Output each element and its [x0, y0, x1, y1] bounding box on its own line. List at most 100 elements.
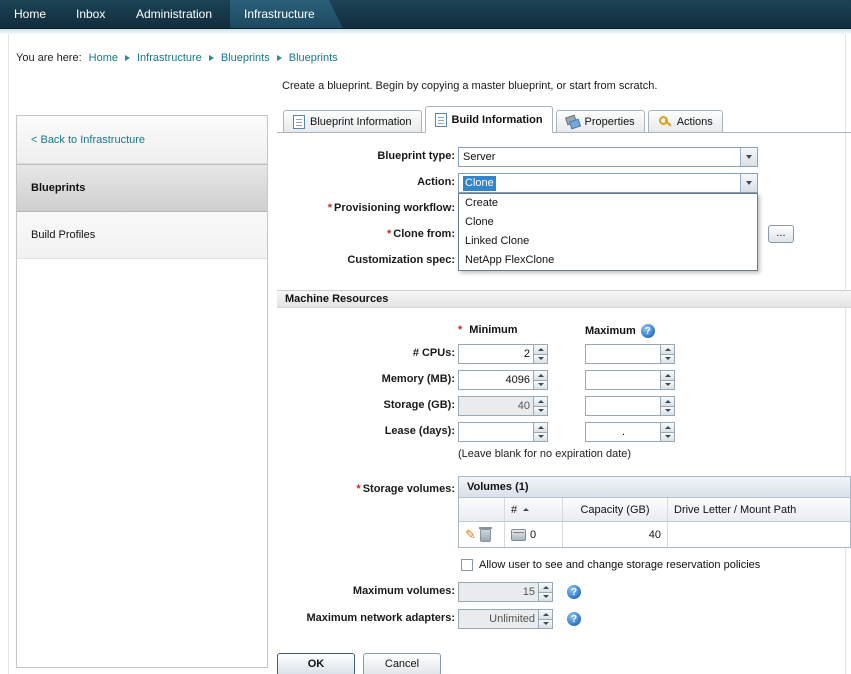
clone-from-browse-button[interactable]: ... — [768, 225, 794, 243]
cpus-max-spinner — [660, 345, 674, 363]
label-text: Memory (MB): — [381, 373, 455, 385]
spin-up-button[interactable] — [660, 371, 674, 380]
volumes-number-column-header[interactable]: # — [505, 498, 563, 521]
help-icon[interactable]: ? — [567, 612, 581, 626]
volume-row-actions: ✎ — [459, 522, 505, 547]
up-arrow-icon — [664, 347, 671, 351]
volume-number-cell: 0 — [505, 522, 563, 547]
spin-down-button[interactable] — [538, 618, 552, 628]
breadcrumb-arrow-icon — [276, 55, 282, 61]
nav-administration[interactable]: Administration — [136, 0, 212, 28]
maximum-volumes-field — [458, 582, 553, 602]
delete-trash-icon[interactable] — [478, 527, 492, 542]
blueprint-information-icon — [293, 114, 305, 129]
dropdown-arrow-button[interactable] — [740, 174, 757, 192]
action-option-clone[interactable]: Clone — [459, 213, 757, 232]
spin-down-button[interactable] — [533, 431, 547, 441]
storage-volumes-label: * Storage volumes: — [277, 483, 455, 495]
spin-down-button[interactable] — [660, 405, 674, 415]
label-text: Storage volumes: — [362, 483, 455, 495]
spin-down-button[interactable] — [660, 431, 674, 441]
required-marker: * — [386, 228, 392, 240]
breadcrumb-blueprints[interactable]: Blueprints — [221, 52, 270, 64]
label-text: Clone from: — [393, 228, 455, 240]
required-marker: * — [327, 202, 332, 214]
spin-up-button[interactable] — [660, 423, 674, 432]
action-label: Action: — [277, 176, 455, 188]
memory-max-field — [585, 370, 675, 390]
volumes-capacity-column-header[interactable]: Capacity (GB) — [563, 498, 668, 521]
spin-down-button[interactable] — [533, 379, 547, 389]
cpus-min-spinner — [533, 345, 547, 363]
sidebar-back-link[interactable]: < Back to Infrastructure — [17, 116, 267, 164]
provisioning-workflow-label: * Provisioning workflow: — [277, 202, 455, 214]
label-text: Lease (days): — [384, 425, 455, 437]
breadcrumb-home[interactable]: Home — [89, 52, 118, 64]
spin-up-button[interactable] — [533, 397, 547, 406]
spin-up-button[interactable] — [538, 610, 552, 619]
breadcrumb-current: Blueprints — [288, 52, 338, 64]
nav-infrastructure[interactable]: Infrastructure — [230, 0, 343, 28]
spin-up-button[interactable] — [538, 583, 552, 592]
down-arrow-icon — [664, 435, 671, 439]
actions-key-icon — [658, 115, 672, 128]
required-marker: * — [356, 483, 361, 495]
spin-up-button[interactable] — [533, 423, 547, 432]
volume-capacity: 40 — [648, 528, 661, 541]
tab-build-information[interactable]: Build Information — [424, 106, 553, 133]
cancel-button[interactable]: Cancel — [363, 653, 441, 674]
spin-down-button[interactable] — [533, 353, 547, 363]
breadcrumb: You are here: Home Infrastructure Bluepr… — [16, 52, 338, 64]
spin-up-button[interactable] — [533, 371, 547, 380]
nav-inbox[interactable]: Inbox — [76, 0, 105, 28]
breadcrumb-prefix: You are here: — [16, 52, 82, 64]
spin-up-button[interactable] — [533, 345, 547, 354]
sidebar-item-blueprints[interactable]: Blueprints — [17, 164, 267, 212]
action-option-netapp-flexclone[interactable]: NetApp FlexClone — [459, 251, 757, 270]
dropdown-arrow-button[interactable] — [740, 148, 757, 166]
sidebar-item-build-profiles[interactable]: Build Profiles — [17, 212, 267, 259]
help-icon[interactable]: ? — [567, 585, 581, 599]
tab-actions[interactable]: Actions — [647, 110, 723, 133]
spin-up-button[interactable] — [660, 397, 674, 406]
lease-max-spinner — [660, 423, 674, 441]
action-option-linked-clone[interactable]: Linked Clone — [459, 232, 757, 251]
label-text: Minimum — [469, 324, 518, 336]
storage-policy-checkbox[interactable] — [461, 559, 473, 571]
clone-from-label: * Clone from: — [277, 228, 455, 240]
up-arrow-icon — [537, 347, 544, 351]
maximum-network-adapters-field — [458, 609, 553, 629]
spin-down-button[interactable] — [538, 591, 552, 601]
lease-min-spinner — [533, 423, 547, 441]
tab-properties[interactable]: Properties — [555, 110, 645, 133]
memory-max-spinner — [660, 371, 674, 389]
blueprint-type-select[interactable]: Server — [458, 147, 758, 167]
tab-blueprint-information[interactable]: Blueprint Information — [283, 110, 422, 133]
volumes-path-column-header[interactable]: Drive Letter / Mount Path — [668, 498, 850, 521]
breadcrumb-infrastructure[interactable]: Infrastructure — [137, 52, 202, 64]
required-marker: * — [458, 324, 463, 336]
label-text: Storage (GB): — [383, 399, 456, 411]
blueprint-type-label: Blueprint type: — [277, 150, 455, 162]
machine-resources-header: Machine Resources — [277, 290, 851, 308]
breadcrumb-arrow-icon — [125, 55, 130, 61]
lease-max-field — [585, 422, 675, 442]
maximum-volumes-label: Maximum volumes: — [277, 585, 455, 597]
spin-down-button[interactable] — [660, 379, 674, 389]
cpus-max-field — [585, 344, 675, 364]
spin-down-button[interactable] — [660, 353, 674, 363]
down-arrow-icon — [664, 383, 671, 387]
storage-min-spinner — [533, 397, 547, 415]
ok-button[interactable]: OK — [277, 653, 355, 674]
nav-home[interactable]: Home — [14, 0, 46, 28]
spin-down-button[interactable] — [533, 405, 547, 415]
help-icon[interactable]: ? — [640, 324, 655, 338]
edit-pencil-icon[interactable]: ✎ — [465, 528, 476, 541]
spin-up-button[interactable] — [660, 345, 674, 354]
tab-label: Build Information — [451, 113, 543, 126]
storage-min-field — [458, 396, 548, 416]
action-select[interactable]: Clone — [458, 173, 758, 193]
maximum-volumes-spinner — [538, 583, 552, 601]
action-option-create[interactable]: Create — [459, 194, 757, 213]
down-arrow-icon — [664, 409, 671, 413]
